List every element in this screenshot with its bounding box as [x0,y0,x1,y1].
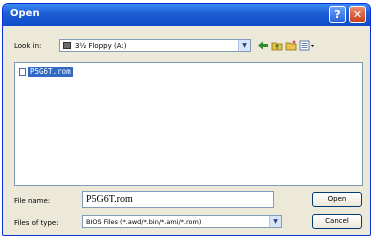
lookin-label: Look in: [14,42,42,50]
file-list[interactable]: P5G6T.rom [14,62,363,186]
title-bar[interactable]: Open ? ✕ [3,4,370,26]
filename-value: P5G6T.rom [86,194,133,205]
lookin-dropdown[interactable]: 3½ Floppy (A:) ▼ [59,39,251,52]
open-button[interactable]: Open [312,192,362,207]
cancel-button[interactable]: Cancel [312,214,362,229]
filetype-dropdown[interactable]: BIOS Files (*.awd/*.bin/*.ami/*.rom) ▼ [82,215,282,228]
file-item-name: P5G6T.rom [28,67,73,77]
chevron-down-icon: ▼ [238,40,250,51]
filetype-value: BIOS Files (*.awd/*.bin/*.ami/*.rom) [86,218,202,226]
up-folder-icon[interactable] [271,40,283,51]
filename-label: File name: [14,197,51,205]
lookin-value: 3½ Floppy (A:) [75,42,127,50]
back-arrow-icon[interactable] [257,40,269,51]
help-button[interactable]: ? [329,6,346,23]
filename-input[interactable]: P5G6T.rom [82,191,274,208]
chevron-down-icon: ▼ [269,216,281,227]
new-folder-icon[interactable] [285,40,297,51]
filetype-label: Files of type: [14,219,59,227]
views-menu-icon[interactable] [299,40,315,51]
close-button[interactable]: ✕ [349,6,366,23]
open-dialog: Open ? ✕ Look in: 3½ Floppy (A:) ▼ P5G6T… [2,3,371,236]
dialog-title: Open [10,8,40,19]
floppy-drive-icon [63,42,71,49]
rom-file-icon [19,68,26,76]
